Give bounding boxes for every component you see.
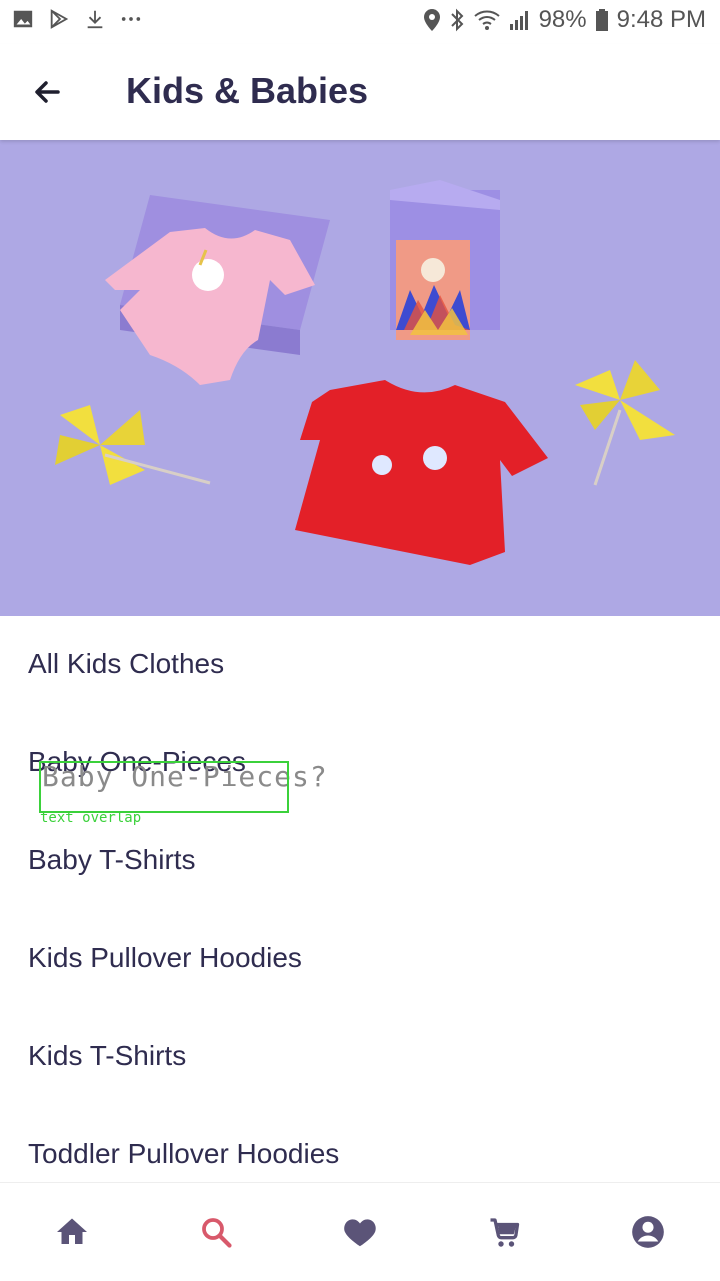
nav-favorites[interactable] [324, 1196, 396, 1268]
image-icon [13, 10, 33, 28]
account-icon [632, 1216, 664, 1248]
battery-percent: 98% [538, 6, 587, 33]
heart-icon [344, 1219, 376, 1247]
category-item[interactable]: All Kids Clothes [28, 648, 224, 680]
annotation-tag: text overlap [40, 810, 142, 826]
bluetooth-icon [450, 8, 463, 32]
search-icon [202, 1218, 232, 1248]
category-item[interactable]: Baby T-Shirts [28, 844, 196, 876]
arrow-left-icon[interactable] [28, 72, 68, 112]
page-title: Kids & Babies [126, 70, 369, 111]
nav-cart[interactable] [468, 1196, 540, 1268]
annotation-box [39, 761, 289, 813]
status-bar: 98% 9:48 PM [0, 0, 720, 44]
nav-account[interactable] [612, 1196, 684, 1268]
download-icon [87, 10, 103, 29]
signal-icon [509, 11, 528, 30]
category-item[interactable]: Toddler Pullover Hoodies [28, 1138, 339, 1170]
location-icon [423, 9, 440, 31]
battery-icon [595, 9, 608, 31]
more-icon [121, 17, 141, 21]
play-store-icon [50, 9, 69, 29]
bottom-navigation [0, 1182, 720, 1281]
nav-search[interactable] [180, 1196, 252, 1268]
clock: 9:48 PM [616, 6, 706, 33]
hero-illustration [0, 140, 720, 616]
category-item[interactable]: Kids Pullover Hoodies [28, 942, 302, 974]
app-bar: Kids & Babies [0, 44, 720, 140]
status-left-icons [12, 8, 142, 30]
wifi-icon [473, 10, 500, 30]
cart-icon [490, 1218, 520, 1247]
status-right: 98% 9:48 PM [423, 6, 706, 34]
category-item[interactable]: Kids T-Shirts [28, 1040, 186, 1072]
home-icon [57, 1218, 87, 1244]
nav-home[interactable] [36, 1196, 108, 1268]
hero-image [0, 140, 720, 616]
